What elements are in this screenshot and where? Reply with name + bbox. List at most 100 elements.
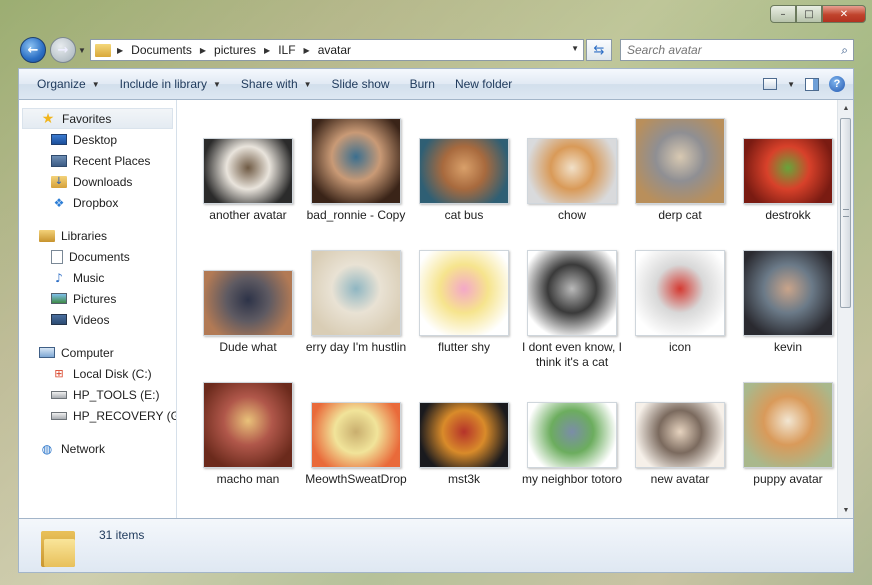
file-item[interactable]: my neighbor totoro — [518, 372, 626, 504]
sidebar-item-recent-places[interactable]: Recent Places — [19, 150, 176, 171]
file-item[interactable]: icon — [626, 240, 734, 372]
file-name-label[interactable]: new avatar — [628, 472, 732, 487]
minimize-button[interactable]: – — [770, 5, 796, 23]
search-icon[interactable]: ⌕ — [841, 43, 848, 58]
file-item[interactable]: MeowthSweatDrop — [302, 372, 410, 504]
image-thumbnail[interactable] — [635, 250, 725, 336]
sidebar-item-downloads[interactable]: ↓ Downloads — [19, 171, 176, 192]
breadcrumb-documents[interactable]: Documents — [131, 43, 192, 57]
image-thumbnail[interactable] — [527, 138, 617, 204]
forward-button[interactable]: → — [50, 37, 76, 63]
file-item[interactable]: new avatar — [626, 372, 734, 504]
search-input[interactable] — [627, 43, 827, 57]
sidebar-item-desktop[interactable]: Desktop — [19, 129, 176, 150]
include-in-library-menu[interactable]: Include in library ▼ — [110, 69, 231, 99]
file-item[interactable]: puppy avatar — [734, 372, 837, 504]
file-name-label[interactable]: macho man — [196, 472, 300, 487]
file-item[interactable]: flutter shy — [410, 240, 518, 372]
image-thumbnail[interactable] — [635, 402, 725, 468]
maximize-button[interactable]: □ — [796, 5, 822, 23]
slide-show-button[interactable]: Slide show — [322, 69, 400, 99]
file-name-label[interactable]: MeowthSweatDrop — [304, 472, 408, 487]
organize-menu[interactable]: Organize ▼ — [19, 69, 110, 99]
sidebar-item-music[interactable]: ♪ Music — [19, 267, 176, 288]
chevron-right-icon[interactable]: ▶ — [200, 46, 206, 55]
views-dropdown-icon[interactable]: ▼ — [787, 80, 795, 89]
file-name-label[interactable]: mst3k — [412, 472, 516, 487]
sidebar-item-hp-recovery[interactable]: HP_RECOVERY (G:) — [19, 405, 176, 426]
file-list[interactable]: another avatar bad_ronnie - Copy cat bus ch… — [178, 100, 837, 518]
chevron-right-icon[interactable]: ▶ — [264, 46, 270, 55]
sidebar-item-videos[interactable]: Videos — [19, 309, 176, 330]
breadcrumb-pictures[interactable]: pictures — [214, 43, 256, 57]
file-name-label[interactable]: I dont even know, I think it's a cat — [520, 340, 624, 370]
close-button[interactable]: ✕ — [822, 5, 866, 23]
scrollbar-thumb[interactable] — [840, 118, 851, 308]
preview-pane-icon[interactable] — [805, 77, 819, 91]
image-thumbnail[interactable] — [311, 118, 401, 204]
image-thumbnail[interactable] — [743, 250, 833, 336]
new-folder-button[interactable]: New folder — [445, 69, 522, 99]
file-item[interactable]: bad_ronnie - Copy — [302, 108, 410, 240]
file-name-label[interactable]: flutter shy — [412, 340, 516, 355]
file-item[interactable]: macho man — [194, 372, 302, 504]
image-thumbnail[interactable] — [635, 118, 725, 204]
sidebar-network[interactable]: ◍ Network — [19, 438, 176, 459]
navigation-pane[interactable]: ★ Favorites Desktop Recent Places ↓ Downlo… — [19, 100, 177, 518]
image-thumbnail[interactable] — [203, 382, 293, 468]
sidebar-favorites[interactable]: ★ Favorites — [22, 108, 173, 129]
sidebar-item-pictures[interactable]: Pictures — [19, 288, 176, 309]
file-item[interactable]: cat bus — [410, 108, 518, 240]
recent-pages-dropdown-icon[interactable]: ▼ — [78, 46, 86, 55]
sidebar-item-dropbox[interactable]: ❖ Dropbox — [19, 192, 176, 213]
image-thumbnail[interactable] — [743, 382, 833, 468]
file-item[interactable]: Dude what — [194, 240, 302, 372]
breadcrumb-ilf[interactable]: ILF — [278, 43, 295, 57]
sidebar-item-hp-tools[interactable]: HP_TOOLS (E:) — [19, 384, 176, 405]
file-name-label[interactable]: cat bus — [412, 208, 516, 223]
sidebar-computer[interactable]: Computer — [19, 342, 176, 363]
vertical-scrollbar[interactable]: ▲ ▼ — [837, 100, 853, 518]
burn-button[interactable]: Burn — [400, 69, 445, 99]
file-item[interactable]: chow — [518, 108, 626, 240]
scroll-down-icon[interactable]: ▼ — [838, 502, 854, 518]
search-box[interactable]: ⌕ — [620, 39, 854, 61]
chevron-right-icon[interactable]: ▶ — [304, 46, 310, 55]
share-with-menu[interactable]: Share with ▼ — [231, 69, 322, 99]
file-name-label[interactable]: bad_ronnie - Copy — [304, 208, 408, 223]
image-thumbnail[interactable] — [419, 250, 509, 336]
chevron-right-icon[interactable]: ▶ — [117, 46, 123, 55]
image-thumbnail[interactable] — [311, 402, 401, 468]
sidebar-item-documents[interactable]: Documents — [19, 246, 176, 267]
image-thumbnail[interactable] — [419, 402, 509, 468]
image-thumbnail[interactable] — [743, 138, 833, 204]
image-thumbnail[interactable] — [203, 138, 293, 204]
file-item[interactable]: mst3k — [410, 372, 518, 504]
file-item[interactable]: destrokk — [734, 108, 837, 240]
file-name-label[interactable]: chow — [520, 208, 624, 223]
file-name-label[interactable]: derp cat — [628, 208, 732, 223]
file-name-label[interactable]: another avatar — [196, 208, 300, 223]
file-item[interactable]: erry day I'm hustlin — [302, 240, 410, 372]
back-button[interactable]: ← — [20, 37, 46, 63]
file-item[interactable]: derp cat — [626, 108, 734, 240]
sidebar-libraries[interactable]: Libraries — [19, 225, 176, 246]
address-dropdown-icon[interactable]: ▼ — [571, 44, 579, 53]
file-name-label[interactable]: erry day I'm hustlin — [304, 340, 408, 355]
address-bar[interactable]: ▶ Documents ▶ pictures ▶ ILF ▶ avatar ▼ — [90, 39, 584, 61]
image-thumbnail[interactable] — [203, 270, 293, 336]
file-name-label[interactable]: destrokk — [736, 208, 837, 223]
file-item[interactable]: another avatar — [194, 108, 302, 240]
help-icon[interactable]: ? — [829, 76, 845, 92]
image-thumbnail[interactable] — [311, 250, 401, 336]
file-name-label[interactable]: icon — [628, 340, 732, 355]
scroll-up-icon[interactable]: ▲ — [838, 100, 854, 116]
file-item[interactable]: kevin — [734, 240, 837, 372]
image-thumbnail[interactable] — [527, 402, 617, 468]
file-item[interactable]: I dont even know, I think it's a cat — [518, 240, 626, 372]
breadcrumb-avatar[interactable]: avatar — [318, 43, 351, 57]
image-thumbnail[interactable] — [527, 250, 617, 336]
file-name-label[interactable]: my neighbor totoro — [520, 472, 624, 487]
change-view-icon[interactable] — [763, 78, 778, 90]
file-name-label[interactable]: kevin — [736, 340, 837, 355]
